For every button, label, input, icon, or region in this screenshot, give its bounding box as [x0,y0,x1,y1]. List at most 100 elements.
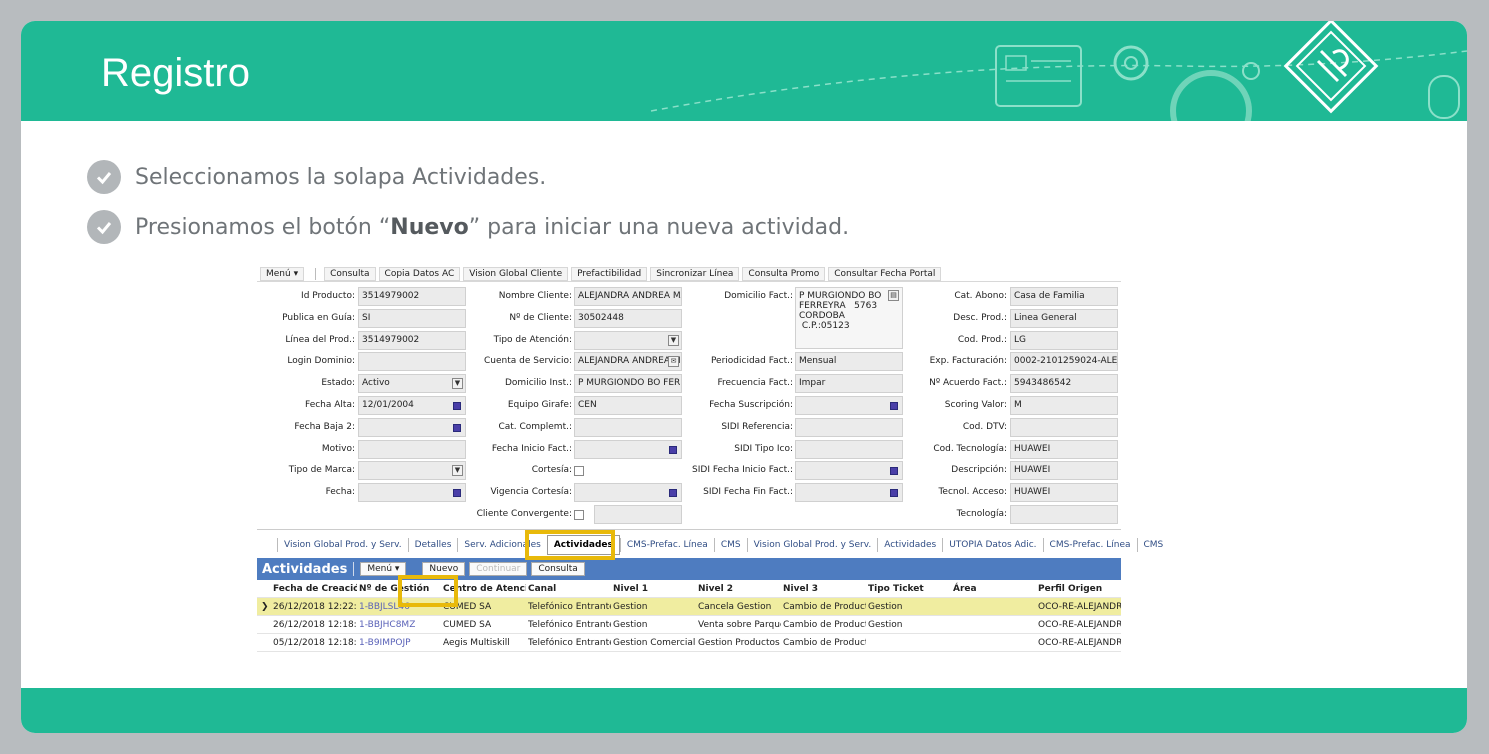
field-value[interactable]: 30502448 [574,308,682,328]
tab-item[interactable]: Detalles [407,538,458,552]
tab-item[interactable]: Actividades [877,538,942,552]
toolbar-button[interactable]: Sincronizar Línea [650,266,740,281]
toolbar-buttons: Consulta Copia Datos AC Vision Global Clie… [324,266,944,281]
field-value[interactable] [574,439,682,459]
field-value[interactable]: 3514979002 [358,330,466,350]
field-value[interactable] [574,417,682,437]
column-header[interactable]: Perfil Origen [1038,580,1121,598]
calendar-icon[interactable] [669,489,677,498]
table-cell: OCO-RE-ALEJANDR. [1038,638,1121,648]
field-value[interactable]: ALEJANDRA ANDREA MAI [574,287,682,306]
gestion-link[interactable]: 1-BBJHC8MZ [359,616,441,634]
calendar-icon[interactable] [890,467,898,476]
field-value[interactable] [594,505,682,524]
calendar-icon[interactable] [453,423,461,432]
field-value[interactable] [1010,417,1118,437]
calendar-icon[interactable] [669,445,677,454]
calendar-icon[interactable] [453,402,461,410]
cliente-convergente-checkbox[interactable] [574,510,584,520]
column-header[interactable]: Nivel 3 [783,580,866,598]
table-row[interactable]: ❯ 26/12/2018 12:22:0 1-BBJLSL46 CUMED SA Tel… [257,598,1121,616]
field-value[interactable]: CEN [574,396,682,415]
field-value[interactable]: ▼ [574,330,682,350]
field-value[interactable]: P MURGIONDO BO FERRE [574,374,682,394]
table-cell: CUMED SA [443,620,492,630]
field-value[interactable]: Mensual [795,352,903,372]
field-value[interactable] [795,417,903,437]
tab-item[interactable]: Vision Global Prod. y Serv. [746,538,878,552]
tab-item[interactable]: CMS [713,538,747,552]
toolbar-button[interactable]: Consultar Fecha Portal [828,266,942,281]
dropdown-icon[interactable]: ▼ [452,378,463,390]
consulta-button[interactable]: Consulta [531,562,585,576]
field-value[interactable] [358,417,466,437]
calendar-icon[interactable] [890,489,898,498]
continuar-button[interactable]: Continuar [469,562,528,576]
table-cell [953,598,1036,616]
field-value-text: Casa de Familia [1014,291,1085,301]
field-value[interactable] [1010,505,1118,524]
field-value[interactable]: HUAWEI [1010,439,1118,459]
column-header[interactable]: Nivel 2 [698,580,781,598]
field-value[interactable]: 3514979002 [358,287,466,306]
dropdown-icon[interactable]: ▼ [452,465,463,477]
field-value[interactable]: Casa de Familia [1010,287,1118,306]
domicilio-fact-textarea[interactable]: P MURGIONDO BO FERREYRA 5763 CORDOBA C.P… [795,287,903,349]
field-value[interactable] [795,483,903,503]
field-value[interactable] [358,439,466,459]
field-value[interactable]: Activo ▼ [358,374,466,394]
field-value[interactable]: HUAWEI [1010,461,1118,481]
tab-item[interactable]: CMS [1136,538,1170,552]
actividades-menu-button[interactable]: Menú ▾ [360,562,407,576]
toolbar-button[interactable]: Consulta Promo [742,266,826,281]
field-value[interactable]: 12/01/2004 [358,396,466,415]
calendar-icon[interactable] [453,489,461,498]
column-header[interactable]: Nivel 1 [613,580,696,598]
field-value[interactable]: LG [1010,330,1118,350]
field-value[interactable] [795,461,903,481]
toolbar-button[interactable]: Prefactibilidad [571,266,648,281]
tab-item[interactable]: CMS-Prefac. Línea [1042,538,1137,552]
field-value-text: HUAWEI [1014,487,1051,498]
field-value[interactable] [358,483,466,503]
field-value[interactable] [795,396,903,415]
field-label: Cliente Convergente: [476,509,572,519]
gestion-link[interactable]: 1-B9IMPOJP [359,634,441,652]
tab-item[interactable]: CMS-Prefac. Línea [619,538,714,552]
cortesia-checkbox[interactable] [574,466,584,477]
field-value[interactable]: SI [358,308,466,328]
column-header[interactable]: Tipo Ticket [868,580,951,598]
field-value[interactable]: Impar [795,374,903,394]
toolbar-button[interactable]: Consulta [324,266,376,281]
table-row[interactable]: 26/12/2018 12:18:1 1-BBJHC8MZ CUMED SA Tele… [257,616,1121,634]
toolbar-separator [315,267,317,280]
table-row[interactable]: 05/12/2018 12:18:1 1-B9IMPOJP Aegis Multis… [257,634,1121,652]
menu-button[interactable]: Menú ▾ [260,266,305,281]
toolbar-button[interactable]: Vision Global Cliente [463,266,569,281]
scroll-icon[interactable]: ▤ [888,290,899,301]
field-value[interactable] [574,483,682,503]
field-value[interactable] [795,439,903,459]
tab-item[interactable]: Vision Global Prod. y Serv. [277,538,408,552]
field-value[interactable]: ▼ [358,461,466,481]
field-value[interactable]: 0002-2101259024-ALEJAI [1010,352,1118,372]
field-value[interactable] [358,352,466,372]
table-cell [953,634,1036,652]
column-header[interactable]: Fecha de Creació [273,580,357,598]
field-value[interactable]: HUAWEI [1010,483,1118,503]
dropdown-icon[interactable]: ▼ [668,334,679,346]
field-label: SIDI Fecha Fin Fact.: [703,487,793,498]
nuevo-button[interactable]: Nuevo [422,562,466,576]
column-header[interactable]: Canal [528,580,611,598]
toolbar-button[interactable]: Copia Datos AC [378,266,461,281]
field-value[interactable]: 5943486542 [1010,374,1118,394]
column-header[interactable]: Área [953,580,1036,598]
field-value[interactable]: Linea General [1010,308,1118,328]
field-value[interactable]: ALEJANDRA ANDREA M ✉ [574,352,682,372]
field-value-text: 3514979002 [362,334,420,345]
field-label: Frecuencia Fact.: [717,378,793,389]
slide-title: Registro [101,51,250,95]
tab-item[interactable]: UTOPIA Datos Adic. [942,538,1042,552]
field-value[interactable]: M [1010,396,1118,415]
calendar-icon[interactable] [890,402,898,410]
